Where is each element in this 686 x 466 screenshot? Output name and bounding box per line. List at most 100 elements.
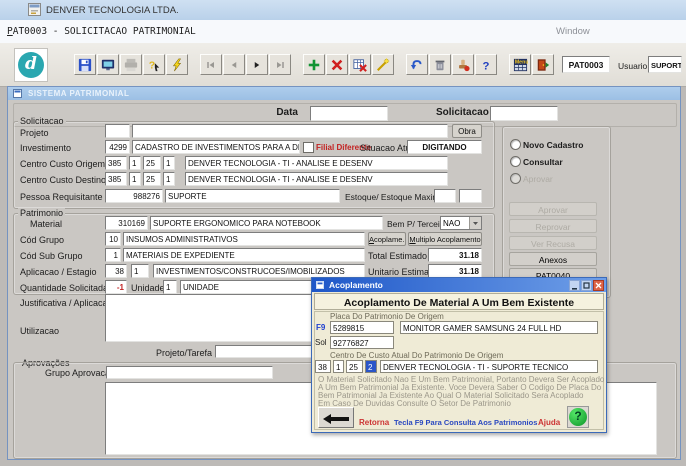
wand-button[interactable] <box>372 54 394 75</box>
unidade-label: Unidade <box>131 283 165 293</box>
dlg-centro-c3[interactable]: 25 <box>346 360 363 373</box>
undo-button[interactable] <box>406 54 428 75</box>
reprovar-button[interactable]: Reprovar <box>509 219 597 233</box>
pessoa-name-field[interactable]: SUPORTE <box>165 189 340 203</box>
retorna-button[interactable] <box>318 407 354 428</box>
dialog-minimize-button[interactable] <box>569 280 580 291</box>
material-desc-field[interactable]: SUPORTE ERGONOMICO PARA NOTEBOOK <box>150 216 383 230</box>
sol-field[interactable]: 92776827 <box>330 336 394 349</box>
data-field[interactable] <box>310 106 388 121</box>
placa-desc-field[interactable]: MONITOR GAMER SAMSUNG 24 FULL HD <box>400 321 598 334</box>
projeto-label: Projeto <box>20 128 49 138</box>
centro-origem-c1[interactable]: 385 <box>105 156 127 170</box>
investimento-code-field[interactable]: 4299 <box>105 140 130 154</box>
bem-terceiro-dropdown[interactable]: NAO <box>440 216 482 230</box>
centro-origem-c4[interactable]: 1 <box>163 156 175 170</box>
dialog-maximize-button[interactable] <box>581 280 592 291</box>
filial-diferente-checkbox[interactable] <box>303 142 314 153</box>
print-button[interactable] <box>120 54 142 75</box>
centro-destino-desc[interactable]: DENVER TECNOLOGIA - TI - ANALISE E DESEN… <box>185 172 448 186</box>
centro-origem-c2[interactable]: 1 <box>129 156 141 170</box>
delete-record-button[interactable] <box>326 54 348 75</box>
screen-button[interactable] <box>97 54 119 75</box>
form-header-bar: SISTEMA PATRIMONIAL <box>8 87 680 100</box>
sol-label: Sol <box>315 338 327 347</box>
cod-grupo-desc-field[interactable]: INSUMOS ADMINISTRATIVOS <box>123 232 365 246</box>
ver-recusa-button[interactable]: Ver Recusa <box>509 236 597 250</box>
dlg-centro-desc[interactable]: DENVER TECNOLOGIA - TI - SUPORTE TECNICO <box>380 360 598 373</box>
centro-destino-c1[interactable]: 385 <box>105 172 127 186</box>
aplicacao-c2-field[interactable]: 1 <box>131 264 149 278</box>
aplicacao-c1-field[interactable]: 38 <box>105 264 127 278</box>
maximize-icon <box>583 282 590 289</box>
obra-button[interactable]: Obra <box>452 124 482 138</box>
dlg-centro-c4[interactable]: 2 <box>365 360 377 373</box>
user-field[interactable]: SUPORTE <box>648 56 682 73</box>
centro-origem-desc[interactable]: DENVER TECNOLOGIA - TI - ANALISE E DESEN… <box>185 156 448 170</box>
add-record-button[interactable] <box>303 54 325 75</box>
trash-button[interactable] <box>429 54 451 75</box>
menu-button[interactable]: Menu <box>509 54 531 75</box>
material-code-field[interactable]: 310169 <box>105 216 148 230</box>
centro-destino-c4[interactable]: 1 <box>163 172 175 186</box>
placa-code-field[interactable]: 5289815 <box>330 321 394 334</box>
menu-item-window[interactable]: Window <box>556 26 590 37</box>
radio-novo-cadastro-label: Novo Cadastro <box>523 140 583 150</box>
nav-last-button[interactable] <box>269 54 291 75</box>
estoque-maximo-field[interactable] <box>459 189 482 203</box>
transaction-code-field[interactable]: PAT0003 <box>562 56 610 73</box>
clear-grid-button[interactable] <box>349 54 371 75</box>
dialog-close-button[interactable] <box>593 280 604 291</box>
centro-destino-c3[interactable]: 25 <box>143 172 161 186</box>
aplicacao-desc-field[interactable]: INVESTIMENTOS/CONSTRUCOES/IMOBILIZADOS <box>153 264 365 278</box>
investimento-desc-field[interactable]: CADASTRO DE INVESTIMENTOS PARA A DENVI <box>132 140 300 154</box>
centro-destino-c2[interactable]: 1 <box>129 172 141 186</box>
radio-aprovar[interactable] <box>510 173 521 184</box>
denver-logo-icon: d <box>18 52 44 78</box>
dialog-heading-strip: Acoplamento De Material A Um Bem Existen… <box>314 293 604 310</box>
dlg-centro-c2[interactable]: 1 <box>333 360 344 373</box>
projeto-code-field[interactable] <box>105 124 130 138</box>
nav-prev-button[interactable] <box>223 54 245 75</box>
lightning-button[interactable] <box>166 54 188 75</box>
projeto-tarefa-label: Projeto/Tarefa <box>120 348 212 358</box>
pessoa-code-field[interactable]: 988276 <box>105 189 163 203</box>
patrimonio-group-label: Patrimonio <box>18 208 65 218</box>
cod-subgrupo-label: Cód Sub Grupo <box>20 251 83 261</box>
logo-button[interactable]: d <box>14 48 48 82</box>
dlg-centro-c1[interactable]: 38 <box>315 360 331 373</box>
help-select-button[interactable]: ? <box>143 54 165 75</box>
radio-novo-cadastro[interactable] <box>510 139 521 150</box>
projeto-desc-field[interactable] <box>132 124 448 138</box>
nav-first-button[interactable] <box>200 54 222 75</box>
estoque-field[interactable] <box>434 189 456 203</box>
solicitacao-field[interactable] <box>490 106 558 121</box>
dialog-heading: Acoplamento De Material A Um Bem Existen… <box>315 294 603 309</box>
help-pointer-icon: ? <box>147 58 161 72</box>
exit-button[interactable] <box>532 54 554 75</box>
cod-subgrupo-desc-field[interactable]: MATERIAIS DE EXPEDIENTE <box>123 248 365 262</box>
ajuda-label: Ajuda <box>538 418 560 427</box>
unidade-code-field[interactable]: 1 <box>163 280 177 294</box>
save-button[interactable] <box>74 54 96 75</box>
centro-origem-c3[interactable]: 25 <box>143 156 161 170</box>
grupo-aprovacao-field[interactable] <box>106 366 273 379</box>
menu-bar: PAT0003 - SOLICITACAO PATRIMONIAL Window <box>0 20 686 44</box>
radio-aprovar-label: Aprovar <box>523 174 553 184</box>
nav-next-button[interactable] <box>246 54 268 75</box>
form-header-title: SISTEMA PATRIMONIAL <box>28 89 129 98</box>
trash-icon <box>433 58 447 72</box>
estoque-label: Estoque/ Estoque Maximo <box>345 192 444 202</box>
aprovar-button[interactable]: Aprovar <box>509 202 597 216</box>
dialog-help-button[interactable]: ? <box>567 406 589 428</box>
cod-subgrupo-code-field[interactable]: 1 <box>105 248 121 262</box>
radio-consultar[interactable] <box>510 156 521 167</box>
multiplo-acoplamento-button[interactable]: Multiplo Acoplamento <box>408 232 482 246</box>
acoplamento-button[interactable]: Acoplame... <box>368 232 406 246</box>
help-button[interactable]: ? <box>475 54 497 75</box>
cod-grupo-code-field[interactable]: 10 <box>105 232 121 246</box>
situacao-atual-value: DIGITANDO <box>407 140 482 154</box>
stamp-button[interactable] <box>452 54 474 75</box>
quantidade-field[interactable]: -1 <box>105 280 127 294</box>
anexos-button[interactable]: Anexos <box>509 252 597 266</box>
